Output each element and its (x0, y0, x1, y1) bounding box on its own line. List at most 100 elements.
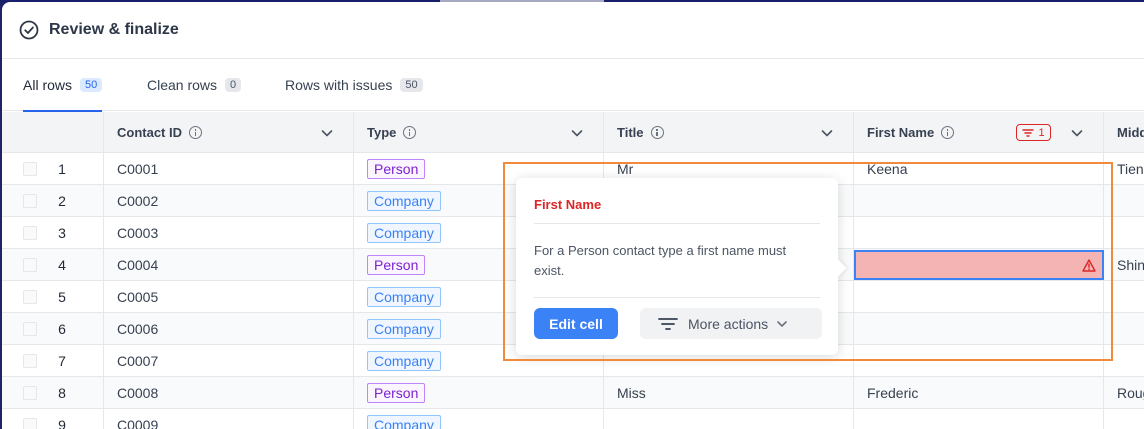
row-number: 6 (58, 321, 66, 337)
title-cell-text: Mr (617, 161, 634, 177)
first-name-cell[interactable] (854, 345, 1104, 377)
contact-id-cell-text: C0002 (117, 193, 159, 209)
contact-id-cell-text: C0004 (117, 257, 159, 273)
first-name-cell[interactable] (854, 185, 1104, 217)
column-header-type[interactable]: Type (354, 112, 604, 153)
column-header-first-name[interactable]: First Name 1 (854, 112, 1104, 153)
row-checkbox[interactable] (23, 354, 37, 368)
middle-name-cell[interactable] (1104, 409, 1144, 429)
filter-icon (1022, 128, 1035, 137)
column-header-middle-name[interactable]: Midd (1104, 112, 1144, 153)
warning-icon (1082, 259, 1096, 272)
info-icon[interactable] (189, 126, 202, 139)
type-tag: Person (367, 255, 426, 275)
first-name-cell-text: Keena (867, 161, 908, 177)
row-select-cell: 5 (2, 281, 104, 313)
row-number: 3 (58, 225, 66, 241)
column-header-title[interactable]: Title (604, 112, 854, 153)
row-select-cell: 6 (2, 313, 104, 345)
validation-popover: First Name For a Person contact type a f… (516, 178, 838, 355)
column-label: Midd (1117, 125, 1144, 140)
column-label: Title (617, 125, 644, 140)
chevron-down-icon[interactable] (320, 126, 334, 140)
middle-name-cell[interactable] (1104, 185, 1144, 217)
type-tag: Company (367, 351, 441, 371)
first-name-cell[interactable] (854, 281, 1104, 313)
filter-count: 1 (1038, 126, 1045, 139)
column-header-contact-id[interactable]: Contact ID (104, 112, 354, 153)
first-name-cell-text: Frederic (867, 385, 919, 401)
middle-name-cell-text: Tien (1117, 161, 1144, 177)
info-icon[interactable] (941, 126, 955, 139)
more-actions-label: More actions (688, 315, 769, 332)
first-name-cell[interactable] (854, 409, 1104, 429)
middle-name-cell-text: Roug (1117, 385, 1144, 401)
contact-id-cell[interactable]: C0003 (104, 217, 354, 249)
row-checkbox[interactable] (23, 258, 37, 272)
chevron-down-icon[interactable] (820, 126, 834, 140)
row-select-cell: 1 (2, 153, 104, 185)
contact-id-cell[interactable]: C0006 (104, 313, 354, 345)
row-checkbox[interactable] (23, 162, 37, 176)
header-select-cell (2, 112, 104, 153)
row-number: 1 (58, 161, 66, 177)
contact-id-cell[interactable]: C0001 (104, 153, 354, 185)
tab-rows-with-issues-label: Rows with issues (285, 77, 393, 93)
contact-id-cell[interactable]: C0004 (104, 249, 354, 281)
filter-badge[interactable]: 1 (1016, 124, 1051, 141)
error-cell[interactable] (854, 250, 1104, 280)
contact-id-cell[interactable]: C0007 (104, 345, 354, 377)
chevron-down-icon[interactable] (570, 126, 584, 140)
type-tag: Company (367, 287, 441, 307)
chevron-down-icon[interactable] (1070, 126, 1084, 140)
tab-all-rows[interactable]: All rows 50 (23, 59, 103, 112)
contact-id-cell[interactable]: C0009 (104, 409, 354, 429)
row-number: 4 (58, 257, 66, 273)
type-cell[interactable]: Company (354, 409, 604, 429)
row-checkbox[interactable] (23, 322, 37, 336)
row-checkbox[interactable] (23, 226, 37, 240)
contact-id-cell[interactable]: C0005 (104, 281, 354, 313)
middle-name-cell[interactable]: Roug (1104, 377, 1144, 409)
row-number: 5 (58, 289, 66, 305)
tab-clean-rows-count: 0 (225, 78, 242, 92)
type-tag: Company (367, 319, 441, 339)
table-row[interactable]: 8 C0008 Person Miss Frederic Roug (2, 377, 1144, 409)
popover-divider (534, 223, 820, 224)
middle-name-cell[interactable]: Tien (1104, 153, 1144, 185)
column-label: Type (367, 125, 397, 140)
middle-name-cell[interactable] (1104, 313, 1144, 345)
check-circle-icon (19, 20, 39, 40)
tab-clean-rows[interactable]: Clean rows 0 (147, 59, 242, 111)
tab-rows-with-issues[interactable]: Rows with issues 50 (285, 59, 423, 111)
middle-name-cell[interactable] (1104, 281, 1144, 313)
first-name-cell[interactable] (854, 313, 1104, 345)
contact-id-cell-text: C0006 (117, 321, 159, 337)
first-name-cell[interactable] (854, 217, 1104, 249)
row-checkbox[interactable] (23, 386, 37, 400)
middle-name-cell[interactable] (1104, 345, 1144, 377)
type-cell[interactable]: Person (354, 377, 604, 409)
more-actions-button[interactable]: More actions (640, 308, 822, 339)
row-checkbox[interactable] (23, 290, 37, 304)
first-name-cell[interactable]: Keena (854, 153, 1104, 185)
middle-name-cell[interactable] (1104, 217, 1144, 249)
title-cell[interactable] (604, 409, 854, 429)
info-icon[interactable] (650, 126, 664, 139)
tab-all-rows-label: All rows (23, 77, 73, 93)
table-row[interactable]: 9 C0009 Company (2, 409, 1144, 429)
first-name-cell[interactable]: Frederic (854, 377, 1104, 409)
middle-name-cell-text: Shin (1117, 257, 1144, 273)
type-tag: Company (367, 191, 441, 211)
middle-name-cell[interactable]: Shin (1104, 249, 1144, 281)
contact-id-cell[interactable]: C0008 (104, 377, 354, 409)
filter-icon (658, 317, 678, 330)
type-tag: Company (367, 415, 441, 429)
info-icon[interactable] (403, 126, 417, 139)
title-cell[interactable]: Miss (604, 377, 854, 409)
row-checkbox[interactable] (23, 418, 37, 429)
row-checkbox[interactable] (23, 194, 37, 208)
contact-id-cell-text: C0001 (117, 161, 159, 177)
edit-cell-button[interactable]: Edit cell (534, 308, 618, 339)
contact-id-cell[interactable]: C0002 (104, 185, 354, 217)
